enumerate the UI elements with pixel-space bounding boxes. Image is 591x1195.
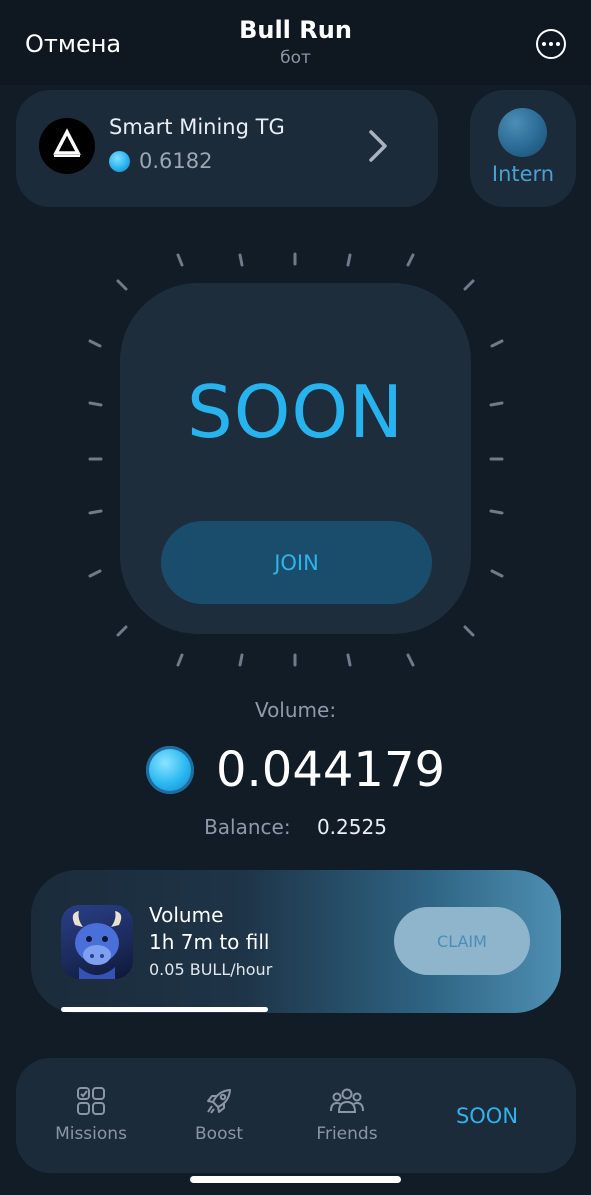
more-options-icon[interactable]	[536, 29, 566, 59]
balance-row: Balance: 0.2525	[0, 815, 591, 839]
mining-value: 0.6182	[139, 149, 213, 173]
friends-group-icon	[330, 1088, 364, 1113]
nav-label-friends: Friends	[316, 1124, 378, 1144]
intern-label: Intern	[491, 162, 555, 186]
coin-icon	[145, 746, 194, 794]
intern-orb-icon	[498, 108, 547, 157]
smart-mining-logo	[39, 118, 95, 174]
bull-avatar-icon	[61, 905, 133, 979]
claim-button[interactable]: CLAIM	[394, 907, 530, 975]
coin-icon	[109, 151, 130, 172]
missions-grid-icon	[77, 1087, 105, 1115]
claim-title: Volume	[149, 903, 224, 927]
nav-item-missions[interactable]: Missions	[31, 1058, 151, 1173]
rocket-icon	[207, 1089, 231, 1114]
nav-label-missions: Missions	[55, 1124, 127, 1144]
page-subtitle: бот	[280, 48, 311, 68]
volume-value: 0.044179	[215, 742, 446, 798]
volume-progress-bar	[61, 1007, 268, 1012]
balance-label: Balance:	[204, 815, 291, 839]
home-indicator[interactable]	[190, 1176, 401, 1183]
chevron-right-icon[interactable]	[362, 128, 392, 164]
claim-rate: 0.05 BULL/hour	[149, 960, 273, 979]
balance-value: 0.2525	[316, 815, 387, 839]
page-title: Bull Run	[239, 16, 352, 44]
join-button[interactable]: JOIN	[161, 521, 432, 604]
nav-item-boost[interactable]: Boost	[159, 1058, 279, 1173]
soon-status-text: SOON	[187, 370, 404, 454]
volume-row: 0.044179	[0, 738, 591, 802]
volume-label: Volume:	[254, 698, 337, 722]
nav-item-friends[interactable]: Friends	[287, 1058, 407, 1173]
nav-item-soon[interactable]: SOON	[427, 1058, 547, 1173]
nav-label-boost: Boost	[195, 1124, 243, 1144]
claim-fill-time: 1h 7m to fill	[149, 930, 270, 954]
mining-name: Smart Mining TG	[109, 115, 285, 139]
